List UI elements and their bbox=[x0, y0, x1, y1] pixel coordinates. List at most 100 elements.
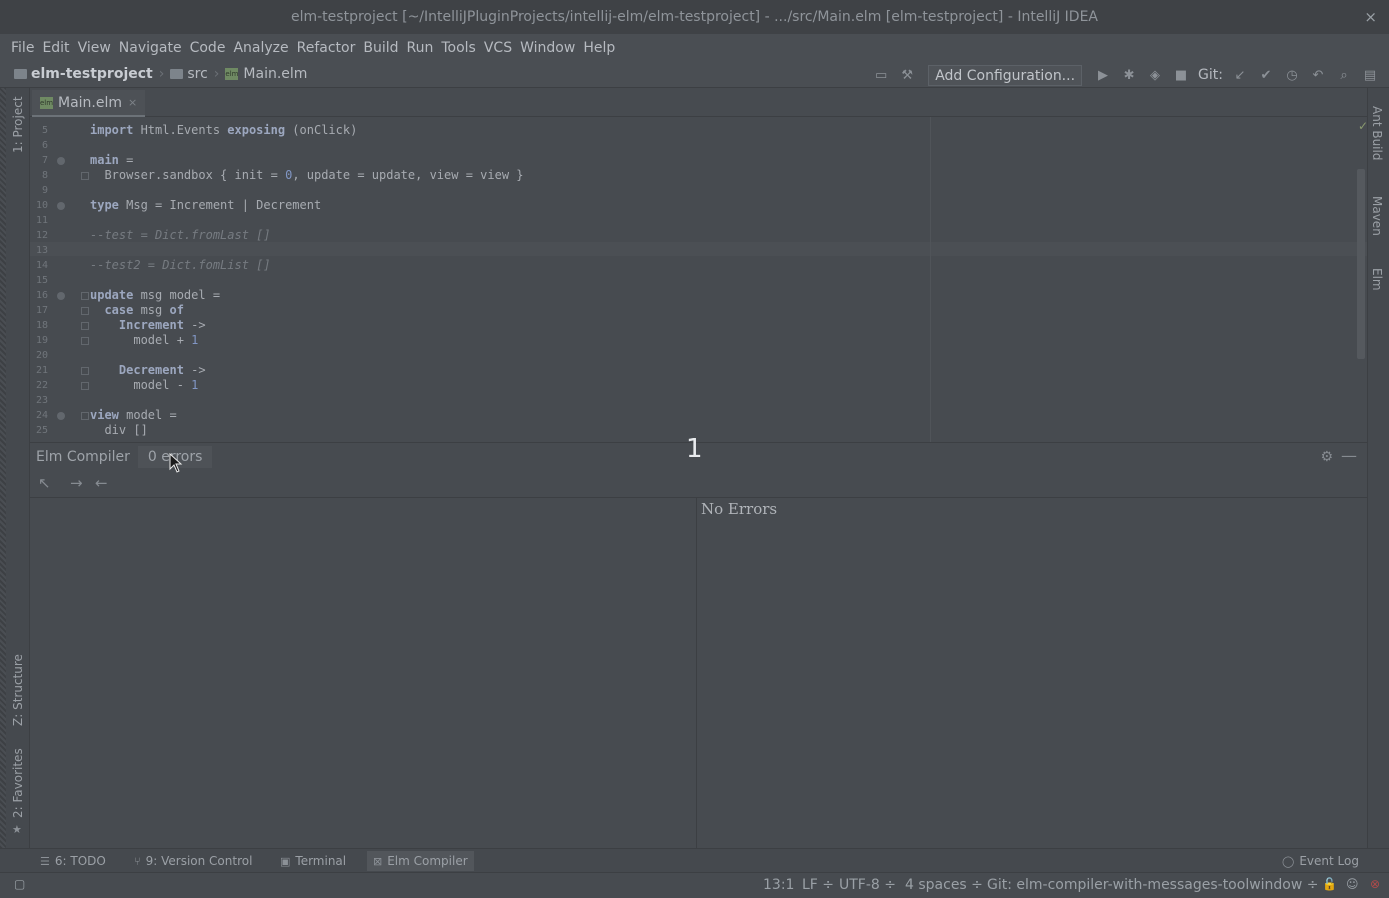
close-icon[interactable]: × bbox=[1364, 8, 1377, 26]
stop-icon[interactable]: ■ bbox=[1172, 66, 1190, 84]
next-error-icon[interactable]: → bbox=[70, 474, 83, 492]
breadcrumb-project[interactable]: elm-testproject bbox=[31, 66, 153, 82]
menu-help[interactable]: Help bbox=[583, 40, 615, 56]
line-number: 11 bbox=[35, 215, 48, 226]
menu-view[interactable]: View bbox=[78, 40, 111, 56]
git-branch[interactable]: Git: elm-compiler-with-messages-toolwind… bbox=[987, 877, 1319, 893]
gear-icon[interactable]: ⚙ bbox=[1320, 449, 1333, 465]
terminal-tab[interactable]: ▣ Terminal bbox=[274, 851, 352, 871]
menu-file[interactable]: File bbox=[11, 40, 34, 56]
menu-navigate[interactable]: Navigate bbox=[119, 40, 182, 56]
maven-tool-button[interactable]: Maven bbox=[1370, 196, 1384, 236]
elm-tool-button[interactable]: Elm bbox=[1370, 268, 1384, 291]
left-tool-strip: 1: Project Z: Structure 2: Favorites ★ bbox=[0, 88, 30, 848]
code-line: --test = Dict.fromLast [] bbox=[90, 228, 271, 242]
menu-window[interactable]: Window bbox=[520, 40, 575, 56]
gutter-marker-icon[interactable] bbox=[57, 292, 65, 300]
error-indicator-icon[interactable]: ⊗ bbox=[1370, 877, 1380, 891]
file-encoding[interactable]: UTF-8 ÷ bbox=[839, 877, 896, 893]
line-number: 13 bbox=[35, 245, 48, 256]
right-tool-strip: Ant Build Maven Elm bbox=[1367, 88, 1389, 848]
tab-main-elm[interactable]: elm Main.elm × bbox=[32, 90, 146, 117]
menu-refactor[interactable]: Refactor bbox=[297, 40, 356, 56]
fold-icon[interactable] bbox=[81, 367, 89, 375]
elm-compiler-label: Elm Compiler bbox=[387, 854, 468, 868]
debug-icon[interactable]: ✱ bbox=[1120, 66, 1138, 84]
project-structure-icon[interactable]: ▭ bbox=[872, 66, 890, 84]
toggle-tool-windows-icon[interactable]: ▢ bbox=[14, 877, 25, 891]
menu-code[interactable]: Code bbox=[190, 40, 226, 56]
event-log-label: Event Log bbox=[1299, 854, 1359, 868]
code-line: view model = bbox=[90, 408, 177, 422]
code-line: update msg model = bbox=[90, 288, 221, 302]
structure-tool-button[interactable]: Z: Structure bbox=[11, 654, 25, 726]
editor-tabs: elm Main.elm × bbox=[30, 88, 1367, 117]
line-number: 21 bbox=[35, 365, 48, 376]
window-edge-hatch bbox=[0, 88, 6, 848]
step-number: 1 bbox=[686, 434, 703, 464]
git-label: Git: bbox=[1198, 67, 1223, 83]
menu-edit[interactable]: Edit bbox=[42, 40, 69, 56]
event-log-tab[interactable]: ◯ Event Log bbox=[1276, 851, 1365, 871]
git-history-icon[interactable]: ◷ bbox=[1283, 66, 1301, 84]
error-list-pane[interactable] bbox=[30, 498, 697, 848]
caret-position[interactable]: 13:1 bbox=[763, 877, 794, 893]
code-line: div [] bbox=[90, 423, 148, 437]
version-control-tab[interactable]: ⑂ 9: Version Control bbox=[128, 851, 258, 871]
menu-vcs[interactable]: VCS bbox=[484, 40, 512, 56]
elm-compiler-tab[interactable]: ⊠ Elm Compiler bbox=[367, 851, 474, 871]
git-update-icon[interactable]: ↙ bbox=[1231, 66, 1249, 84]
toolbar-right: ▭ ⚒ Add Configuration... ▶ ✱ ◈ ■ Git: ↙ … bbox=[868, 64, 1383, 86]
favorites-tool-button[interactable]: 2: Favorites bbox=[11, 748, 25, 818]
menu-build[interactable]: Build bbox=[363, 40, 398, 56]
search-icon[interactable]: ⌕ bbox=[1335, 66, 1353, 84]
project-tool-button[interactable]: 1: Project bbox=[11, 96, 25, 153]
code-line: import Html.Events exposing (onClick) bbox=[90, 123, 358, 137]
fold-icon[interactable] bbox=[81, 307, 89, 315]
fold-icon[interactable] bbox=[81, 382, 89, 390]
menu-tools[interactable]: Tools bbox=[441, 40, 476, 56]
code-editor[interactable]: 5 import Html.Events exposing (onClick) 6 7… bbox=[30, 117, 1367, 442]
line-separator[interactable]: LF ÷ bbox=[802, 877, 834, 893]
fold-icon[interactable] bbox=[81, 292, 89, 300]
fold-icon[interactable] bbox=[81, 412, 89, 420]
project-view-icon[interactable]: ▤ bbox=[1361, 66, 1379, 84]
inspection-ok-icon: ✓ bbox=[1358, 119, 1367, 133]
fold-icon[interactable] bbox=[81, 172, 89, 180]
line-number: 16 bbox=[35, 290, 48, 301]
fold-icon[interactable] bbox=[81, 322, 89, 330]
terminal-icon: ▣ bbox=[280, 854, 291, 868]
breadcrumb-file[interactable]: Main.elm bbox=[243, 66, 307, 82]
line-number: 12 bbox=[35, 230, 48, 241]
fold-icon[interactable] bbox=[81, 337, 89, 345]
tab-close-icon[interactable]: × bbox=[128, 96, 137, 109]
lock-icon[interactable]: 🔓 bbox=[1322, 877, 1337, 891]
inspector-icon[interactable]: ☺ bbox=[1346, 877, 1359, 891]
run-icon[interactable]: ▶ bbox=[1094, 66, 1112, 84]
git-revert-icon[interactable]: ↶ bbox=[1309, 66, 1327, 84]
breadcrumb-separator: › bbox=[158, 66, 165, 82]
mouse-cursor-icon bbox=[169, 453, 183, 473]
gutter-marker-icon[interactable] bbox=[57, 157, 65, 165]
git-commit-icon[interactable]: ✔ bbox=[1257, 66, 1275, 84]
elm-icon: ⊠ bbox=[373, 854, 383, 868]
gutter-marker-icon[interactable] bbox=[57, 412, 65, 420]
previous-error-icon[interactable]: ← bbox=[95, 474, 108, 492]
coverage-icon[interactable]: ◈ bbox=[1146, 66, 1164, 84]
editor-scrollbar[interactable] bbox=[1357, 169, 1365, 359]
minimize-icon[interactable]: — bbox=[1341, 446, 1357, 465]
ant-build-tool-button[interactable]: Ant Build bbox=[1370, 106, 1384, 160]
build-hammer-icon[interactable]: ⚒ bbox=[898, 66, 916, 84]
menu-analyze[interactable]: Analyze bbox=[233, 40, 288, 56]
breadcrumb-folder[interactable]: src bbox=[187, 66, 207, 82]
collapse-icon[interactable]: ↖ bbox=[38, 474, 51, 492]
gutter-marker-icon[interactable] bbox=[57, 202, 65, 210]
code-line: type Msg = Increment | Decrement bbox=[90, 198, 322, 212]
indent-setting[interactable]: 4 spaces ÷ bbox=[905, 877, 983, 893]
line-number: 14 bbox=[35, 260, 48, 271]
add-configuration-button[interactable]: Add Configuration... bbox=[928, 64, 1083, 86]
tool-window-title: Elm Compiler bbox=[36, 448, 130, 465]
menu-run[interactable]: Run bbox=[407, 40, 434, 56]
line-number: 20 bbox=[35, 350, 48, 361]
todo-tab[interactable]: ☰ 6: TODO bbox=[34, 851, 112, 871]
